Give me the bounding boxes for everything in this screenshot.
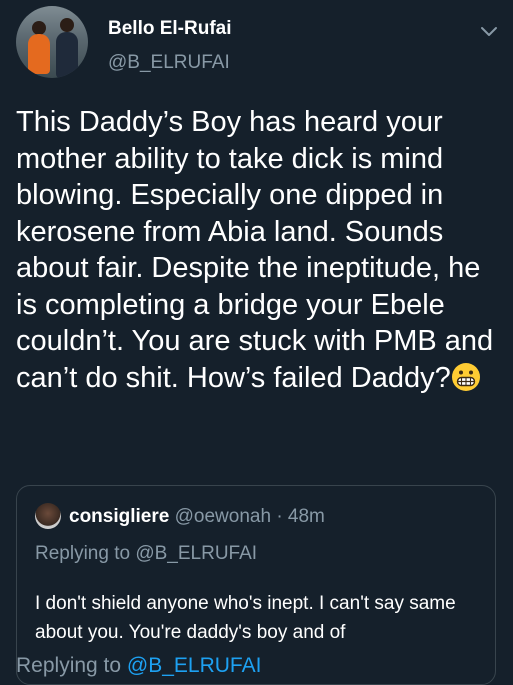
grimacing-face-icon (451, 362, 480, 391)
quoted-author-name: consigliere (69, 506, 170, 527)
quoted-tweet-header: consigliere @oewonah · 48m (69, 506, 325, 528)
replying-to-handle: @B_ELRUFAI (135, 543, 258, 564)
tweet-body: This Daddy’s Boy has heard your mother a… (16, 104, 501, 396)
quoted-author-avatar (35, 503, 61, 529)
tweet-text: This Daddy’s Boy has heard your mother a… (16, 106, 494, 394)
chevron-down-icon[interactable] (478, 20, 500, 42)
separator-dot: · (276, 506, 283, 527)
tweet-header: Bello El-Rufai @B_ELRUFAI (0, 0, 513, 100)
avatar-person-head (32, 21, 46, 35)
replying-to-footer: Replying to @B_ELRUFAI (16, 654, 261, 678)
avatar-person-body (28, 34, 50, 74)
quoted-tweet-text: I don't shield anyone who's inept. I can… (35, 593, 456, 643)
replying-to-link[interactable]: @B_ELRUFAI (127, 654, 262, 677)
quoted-author-handle: @oewonah (174, 506, 272, 527)
author-avatar[interactable] (16, 6, 88, 78)
replying-to-label: Replying to (16, 654, 122, 677)
quoted-replying-to: Replying to @B_ELRUFAI (35, 543, 257, 565)
author-display-name[interactable]: Bello El-Rufai (108, 18, 232, 40)
replying-to-label: Replying to (35, 543, 131, 564)
avatar-person-head (60, 18, 74, 32)
quoted-tweet-time: 48m (287, 506, 325, 527)
author-handle[interactable]: @B_ELRUFAI (108, 52, 230, 74)
avatar-person-body (56, 32, 78, 78)
